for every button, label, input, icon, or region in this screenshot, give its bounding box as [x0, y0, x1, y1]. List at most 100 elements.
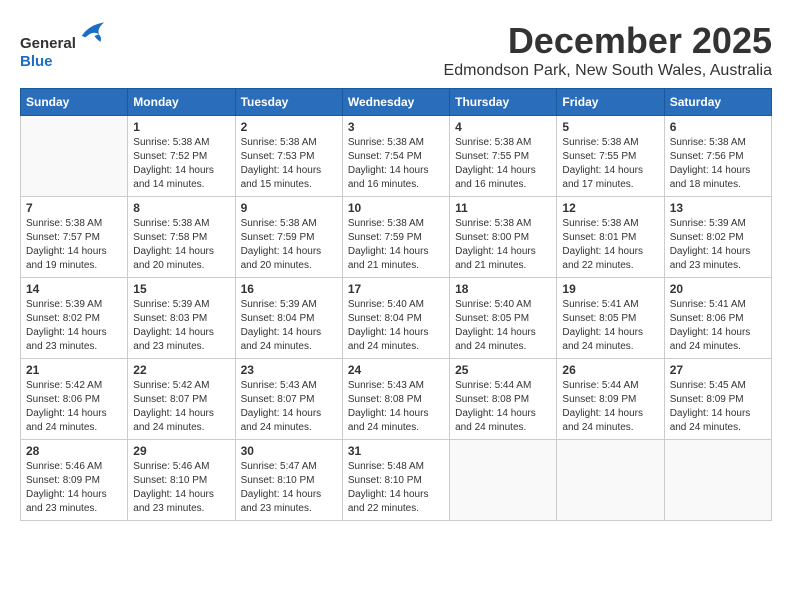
day-number: 6	[670, 120, 766, 134]
daylight-label: Daylight: 14 hours and 15 minutes.	[241, 165, 322, 190]
day-info: Sunrise: 5:38 AM Sunset: 8:01 PM Dayligh…	[562, 217, 658, 273]
table-row	[450, 440, 557, 521]
day-number: 23	[241, 363, 337, 377]
table-row: 31 Sunrise: 5:48 AM Sunset: 8:10 PM Dayl…	[342, 440, 449, 521]
day-number: 18	[455, 282, 551, 296]
table-row: 30 Sunrise: 5:47 AM Sunset: 8:10 PM Dayl…	[235, 440, 342, 521]
day-number: 19	[562, 282, 658, 296]
day-number: 10	[348, 201, 444, 215]
table-row: 2 Sunrise: 5:38 AM Sunset: 7:53 PM Dayli…	[235, 116, 342, 197]
day-info: Sunrise: 5:46 AM Sunset: 8:09 PM Dayligh…	[26, 460, 122, 516]
sunrise-label: Sunrise: 5:41 AM	[670, 299, 746, 310]
sunrise-label: Sunrise: 5:38 AM	[348, 137, 424, 148]
title-section: December 2025 Edmondson Park, New South …	[444, 20, 772, 80]
sunset-label: Sunset: 7:54 PM	[348, 151, 422, 162]
logo-general: General	[20, 35, 76, 52]
daylight-label: Daylight: 14 hours and 24 minutes.	[455, 327, 536, 352]
sunrise-label: Sunrise: 5:38 AM	[455, 137, 531, 148]
sunset-label: Sunset: 8:09 PM	[26, 475, 100, 486]
day-number: 25	[455, 363, 551, 377]
day-info: Sunrise: 5:38 AM Sunset: 8:00 PM Dayligh…	[455, 217, 551, 273]
day-number: 3	[348, 120, 444, 134]
day-number: 24	[348, 363, 444, 377]
table-row: 29 Sunrise: 5:46 AM Sunset: 8:10 PM Dayl…	[128, 440, 235, 521]
daylight-label: Daylight: 14 hours and 23 minutes.	[26, 327, 107, 352]
day-number: 22	[133, 363, 229, 377]
daylight-label: Daylight: 14 hours and 23 minutes.	[133, 327, 214, 352]
daylight-label: Daylight: 14 hours and 23 minutes.	[241, 489, 322, 514]
calendar-container: General Blue December 2025 Edmondson Par…	[20, 20, 772, 521]
sunset-label: Sunset: 7:53 PM	[241, 151, 315, 162]
sunrise-label: Sunrise: 5:40 AM	[455, 299, 531, 310]
sunrise-label: Sunrise: 5:48 AM	[348, 461, 424, 472]
sunset-label: Sunset: 7:59 PM	[348, 232, 422, 243]
daylight-label: Daylight: 14 hours and 24 minutes.	[562, 327, 643, 352]
day-number: 12	[562, 201, 658, 215]
table-row: 22 Sunrise: 5:42 AM Sunset: 8:07 PM Dayl…	[128, 359, 235, 440]
sunrise-label: Sunrise: 5:46 AM	[133, 461, 209, 472]
sunset-label: Sunset: 8:02 PM	[26, 313, 100, 324]
day-number: 15	[133, 282, 229, 296]
sunset-label: Sunset: 7:56 PM	[670, 151, 744, 162]
sunrise-label: Sunrise: 5:38 AM	[562, 218, 638, 229]
sunrise-label: Sunrise: 5:39 AM	[26, 299, 102, 310]
sunrise-label: Sunrise: 5:45 AM	[670, 380, 746, 391]
month-title: December 2025	[444, 20, 772, 62]
day-info: Sunrise: 5:42 AM Sunset: 8:06 PM Dayligh…	[26, 379, 122, 435]
day-info: Sunrise: 5:45 AM Sunset: 8:09 PM Dayligh…	[670, 379, 766, 435]
day-number: 1	[133, 120, 229, 134]
sunrise-label: Sunrise: 5:38 AM	[241, 137, 317, 148]
day-info: Sunrise: 5:38 AM Sunset: 7:59 PM Dayligh…	[348, 217, 444, 273]
sunrise-label: Sunrise: 5:44 AM	[455, 380, 531, 391]
day-number: 13	[670, 201, 766, 215]
sunset-label: Sunset: 7:59 PM	[241, 232, 315, 243]
sunset-label: Sunset: 8:05 PM	[455, 313, 529, 324]
table-row: 6 Sunrise: 5:38 AM Sunset: 7:56 PM Dayli…	[664, 116, 771, 197]
sunrise-label: Sunrise: 5:39 AM	[241, 299, 317, 310]
location-subtitle: Edmondson Park, New South Wales, Austral…	[444, 62, 772, 80]
day-number: 17	[348, 282, 444, 296]
day-info: Sunrise: 5:38 AM Sunset: 7:59 PM Dayligh…	[241, 217, 337, 273]
table-row: 14 Sunrise: 5:39 AM Sunset: 8:02 PM Dayl…	[21, 278, 128, 359]
day-info: Sunrise: 5:41 AM Sunset: 8:06 PM Dayligh…	[670, 298, 766, 354]
daylight-label: Daylight: 14 hours and 18 minutes.	[670, 165, 751, 190]
sunset-label: Sunset: 8:08 PM	[455, 394, 529, 405]
sunrise-label: Sunrise: 5:38 AM	[241, 218, 317, 229]
sunset-label: Sunset: 8:01 PM	[562, 232, 636, 243]
sunset-label: Sunset: 8:07 PM	[241, 394, 315, 405]
daylight-label: Daylight: 14 hours and 24 minutes.	[348, 408, 429, 433]
table-row: 28 Sunrise: 5:46 AM Sunset: 8:09 PM Dayl…	[21, 440, 128, 521]
day-info: Sunrise: 5:38 AM Sunset: 7:53 PM Dayligh…	[241, 136, 337, 192]
sunset-label: Sunset: 8:04 PM	[241, 313, 315, 324]
table-row: 17 Sunrise: 5:40 AM Sunset: 8:04 PM Dayl…	[342, 278, 449, 359]
day-number: 14	[26, 282, 122, 296]
sunrise-label: Sunrise: 5:38 AM	[133, 137, 209, 148]
daylight-label: Daylight: 14 hours and 23 minutes.	[133, 489, 214, 514]
daylight-label: Daylight: 14 hours and 24 minutes.	[670, 327, 751, 352]
day-number: 27	[670, 363, 766, 377]
daylight-label: Daylight: 14 hours and 23 minutes.	[670, 246, 751, 271]
sunset-label: Sunset: 8:06 PM	[26, 394, 100, 405]
day-info: Sunrise: 5:39 AM Sunset: 8:04 PM Dayligh…	[241, 298, 337, 354]
sunrise-label: Sunrise: 5:38 AM	[562, 137, 638, 148]
sunrise-label: Sunrise: 5:44 AM	[562, 380, 638, 391]
day-number: 2	[241, 120, 337, 134]
daylight-label: Daylight: 14 hours and 21 minutes.	[348, 246, 429, 271]
sunrise-label: Sunrise: 5:47 AM	[241, 461, 317, 472]
logo-bird-icon	[78, 20, 108, 48]
day-info: Sunrise: 5:39 AM Sunset: 8:03 PM Dayligh…	[133, 298, 229, 354]
day-number: 16	[241, 282, 337, 296]
sunset-label: Sunset: 8:02 PM	[670, 232, 744, 243]
daylight-label: Daylight: 14 hours and 22 minutes.	[562, 246, 643, 271]
daylight-label: Daylight: 14 hours and 24 minutes.	[133, 408, 214, 433]
sunset-label: Sunset: 7:55 PM	[455, 151, 529, 162]
day-info: Sunrise: 5:46 AM Sunset: 8:10 PM Dayligh…	[133, 460, 229, 516]
table-row: 25 Sunrise: 5:44 AM Sunset: 8:08 PM Dayl…	[450, 359, 557, 440]
table-row: 5 Sunrise: 5:38 AM Sunset: 7:55 PM Dayli…	[557, 116, 664, 197]
sunset-label: Sunset: 7:55 PM	[562, 151, 636, 162]
sunrise-label: Sunrise: 5:42 AM	[26, 380, 102, 391]
daylight-label: Daylight: 14 hours and 22 minutes.	[348, 489, 429, 514]
sunrise-label: Sunrise: 5:38 AM	[348, 218, 424, 229]
sunrise-label: Sunrise: 5:39 AM	[133, 299, 209, 310]
daylight-label: Daylight: 14 hours and 20 minutes.	[133, 246, 214, 271]
